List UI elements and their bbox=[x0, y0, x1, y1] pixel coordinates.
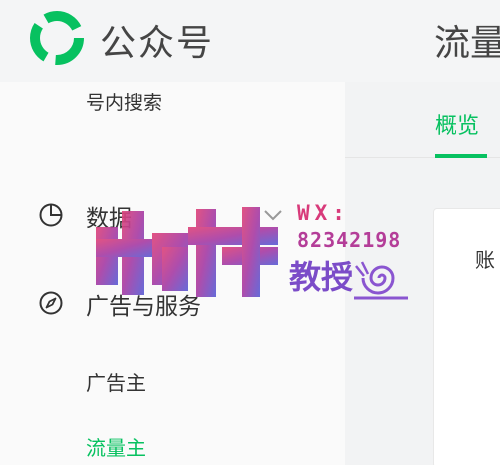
app-name: 公众号 bbox=[100, 23, 215, 64]
active-tab-indicator bbox=[435, 154, 487, 158]
sidebar-item-advertiser[interactable]: 广告主 bbox=[86, 367, 146, 396]
tab-overview[interactable]: 概览 bbox=[435, 108, 479, 140]
snail-icon bbox=[354, 261, 408, 300]
pie-chart-icon bbox=[39, 203, 63, 227]
watermark-wx-label: WX: bbox=[297, 201, 350, 225]
wechat-official-logo-icon[interactable] bbox=[28, 9, 86, 67]
sidebar-item-search[interactable]: 号内搜索 bbox=[86, 88, 162, 115]
watermark-logo bbox=[96, 207, 278, 297]
watermark-number: 82342198 bbox=[297, 228, 402, 252]
watermark-text: 教授 bbox=[289, 258, 354, 296]
sidebar-item-traffic-owner[interactable]: 流量主 bbox=[86, 432, 146, 461]
compass-icon bbox=[39, 291, 63, 315]
card-heading: 账 bbox=[475, 248, 495, 272]
page-title: 流量 bbox=[434, 23, 500, 64]
top-header: 公众号 流量 bbox=[0, 0, 500, 82]
